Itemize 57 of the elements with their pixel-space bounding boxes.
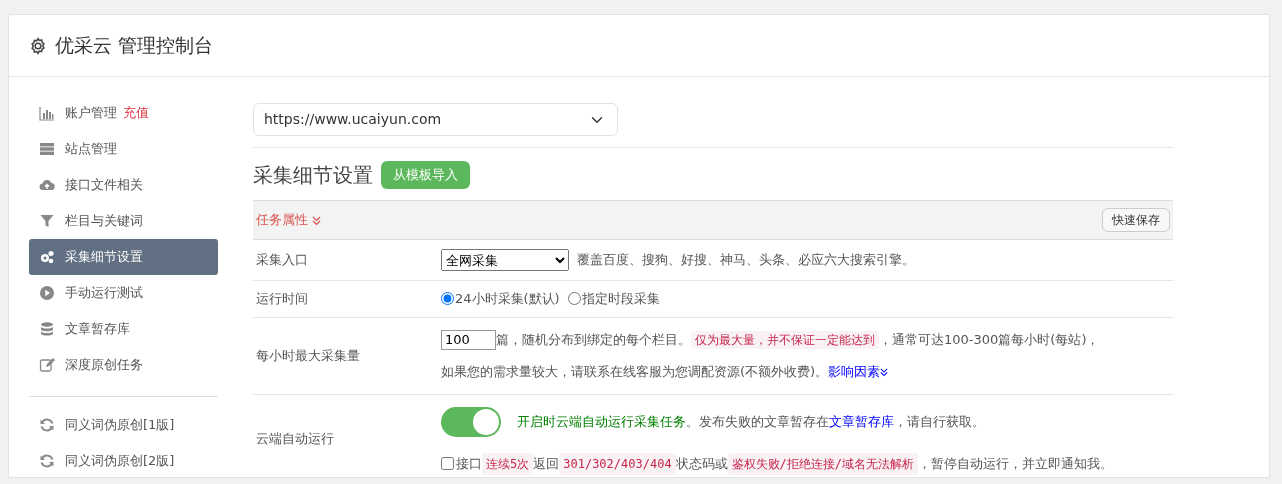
server-icon — [39, 141, 55, 157]
cloud-upload-icon — [39, 177, 55, 193]
sidebar-item[interactable]: 采集细节设置 — [29, 239, 218, 275]
radio-label: 指定时段采集 — [581, 290, 660, 308]
field-label: 采集入口 — [255, 251, 309, 270]
sidebar-item[interactable]: 站点管理 — [29, 131, 218, 167]
toggle-switch[interactable] — [441, 406, 501, 437]
console-title: 优采云 管理控制台 — [55, 33, 214, 59]
text: 接口 — [456, 454, 482, 473]
sidebar-item[interactable]: 接口文件相关 — [29, 167, 218, 203]
site-select[interactable]: https://www.ucaiyun.com — [253, 103, 618, 136]
sidebar-item[interactable]: 深度原创任务 — [29, 347, 218, 383]
settings-icon — [29, 37, 47, 56]
checkbox[interactable] — [441, 457, 454, 470]
radio-label: 24小时采集(默认) — [455, 290, 560, 308]
refresh-icon — [39, 453, 55, 469]
text: 状态码或 — [675, 454, 728, 473]
filter-icon — [39, 213, 55, 229]
sidebar-item[interactable]: 同义词伪原创[2版] — [29, 443, 218, 477]
sidebar-item[interactable]: 手动运行测试 — [29, 275, 218, 311]
radio-option[interactable]: 指定时段采集 — [567, 289, 660, 309]
field-label: 运行时间 — [255, 290, 309, 308]
source-select[interactable]: 全网采集 — [441, 249, 569, 271]
link[interactable]: 文章暂存库 — [829, 413, 894, 429]
text: ，暂停自动运行，并立即通知我。 — [918, 454, 1114, 473]
field-label: 云端自动运行 — [255, 429, 335, 448]
text: 返回 — [533, 454, 560, 473]
radio-button[interactable] — [441, 292, 454, 306]
note-text: 覆盖百度、搜狗、好搜、神马、头条、必应六大搜索引擎。 — [577, 251, 915, 270]
recharge-link[interactable]: 充值 — [123, 103, 149, 123]
radio-option[interactable]: 24小时采集(默认) — [441, 289, 560, 309]
text: ，通常可达100-300篇每小时(每站)， — [879, 331, 1100, 347]
sidebar-item[interactable]: 文章暂存库 — [29, 311, 218, 347]
text: 。发布失败的文章暂存在 — [686, 413, 829, 429]
highlight-text: 仅为最大量，并不保证一定能达到 — [691, 330, 879, 349]
chart-icon — [39, 105, 55, 121]
section-title: 采集细节设置 — [253, 162, 373, 189]
text: 篇，随机分布到绑定的每个栏目。 — [496, 331, 691, 347]
database-icon — [39, 321, 55, 337]
sidebar-item[interactable]: 账户管理 充值 — [29, 95, 218, 131]
sidebar-item[interactable]: 栏目与关键词 — [29, 203, 218, 239]
amount-input[interactable]: 100 — [441, 329, 496, 350]
radio-button[interactable] — [567, 292, 581, 306]
text: 如果您的需求量较大，请联系在线客服为您调配资源(不额外收费)。 — [441, 363, 829, 379]
play-icon — [39, 285, 55, 301]
sidebar-item[interactable]: 同义词伪原创[1版] — [29, 407, 218, 443]
text: ，请自行获取。 — [894, 413, 985, 429]
highlight-text: 连续5次 — [482, 452, 534, 475]
field-label: 每小时最大采集量 — [255, 346, 361, 365]
edit-icon — [39, 357, 55, 373]
link[interactable]: 影响因素 — [828, 363, 881, 379]
quick-save-button[interactable]: 快速保存 — [1102, 208, 1170, 232]
panel-title[interactable]: 任务属性 — [256, 210, 308, 230]
highlight-text: 鉴权失败/拒绝连接/域名无法解析 — [727, 452, 919, 475]
refresh-icon — [39, 417, 55, 433]
highlight-text: 301/302/403/404 — [559, 452, 676, 475]
text: 开启时云端自动运行采集任务 — [517, 413, 686, 429]
